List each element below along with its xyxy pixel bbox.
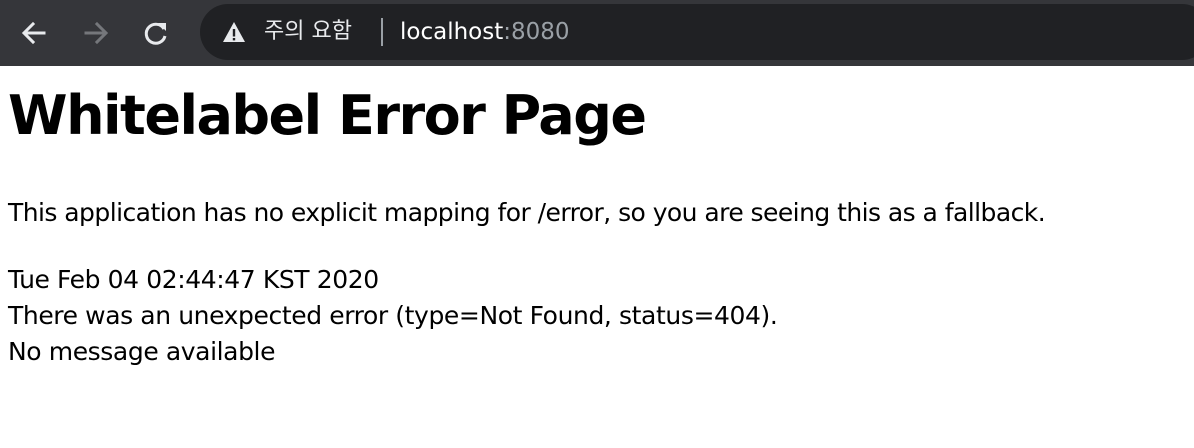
browser-toolbar: 주의 요함 localhost:8080 — [0, 0, 1194, 66]
url-host: localhost — [400, 19, 504, 45]
reload-icon — [144, 22, 167, 45]
reload-button[interactable] — [136, 13, 176, 53]
page-title: Whitelabel Error Page — [8, 84, 647, 147]
address-bar[interactable]: 주의 요함 localhost:8080 — [200, 4, 1194, 60]
arrow-right-icon — [84, 21, 109, 45]
error-message: No message available — [8, 337, 276, 366]
forward-button[interactable] — [76, 13, 116, 53]
warning-icon[interactable] — [222, 20, 246, 44]
omnibox-divider — [381, 18, 383, 46]
error-type-status: There was an unexpected error (type=Not … — [8, 301, 778, 330]
back-button[interactable] — [14, 13, 54, 53]
fallback-message: This application has no explicit mapping… — [8, 198, 1046, 227]
security-status-label[interactable]: 주의 요함 — [264, 17, 352, 47]
arrow-left-icon — [21, 21, 46, 45]
url-text[interactable]: localhost:8080 — [400, 17, 570, 47]
error-details: Tue Feb 04 02:44:47 KST 2020 There was a… — [8, 262, 778, 370]
error-timestamp: Tue Feb 04 02:44:47 KST 2020 — [8, 265, 379, 294]
url-port: :8080 — [503, 19, 570, 45]
